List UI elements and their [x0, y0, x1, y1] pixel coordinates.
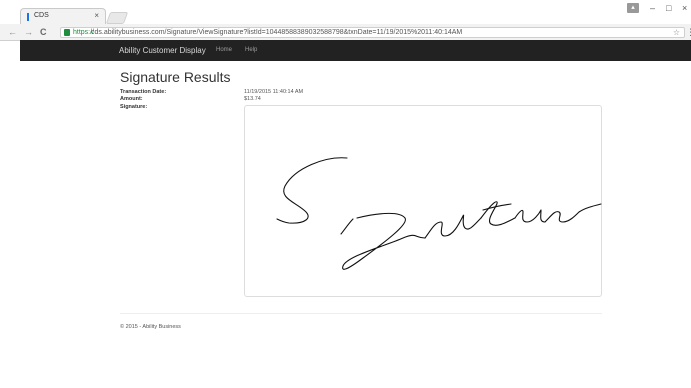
- amount-value: $13.74: [244, 96, 261, 102]
- browser-tab[interactable]: CDS ×: [20, 8, 106, 24]
- bookmark-star-icon[interactable]: ☆: [673, 27, 680, 38]
- close-window-button[interactable]: ×: [682, 2, 687, 14]
- footer-copyright: © 2015 - Ability Business: [120, 324, 181, 330]
- browser-chrome: CDS × ▴ – □ × ← → C https:// cds.ability…: [0, 0, 691, 41]
- nav-link-help[interactable]: Help: [245, 40, 257, 61]
- new-tab-button[interactable]: [105, 12, 129, 24]
- signature-label: Signature:: [120, 104, 148, 110]
- transaction-date-value: 11/19/2015 11:40:14 AM: [244, 89, 304, 95]
- amount-label: Amount:: [120, 96, 143, 102]
- reload-icon[interactable]: C: [40, 25, 47, 40]
- nav-link-home[interactable]: Home: [216, 40, 232, 61]
- signature-panel: [244, 105, 602, 297]
- browser-menu-icon[interactable]: ⋮: [686, 25, 691, 40]
- favicon-icon: [27, 13, 29, 21]
- browser-toolbar: ← → C https:// cds.abilitybusiness.com/S…: [0, 25, 691, 41]
- close-tab-icon[interactable]: ×: [94, 11, 99, 21]
- back-icon[interactable]: ←: [8, 25, 17, 40]
- footer-divider: [120, 313, 602, 314]
- maximize-button[interactable]: □: [666, 2, 671, 14]
- lock-icon: [64, 29, 70, 36]
- minimize-button[interactable]: –: [650, 2, 655, 14]
- transaction-date-label: Transaction Date:: [120, 89, 167, 95]
- navbar-brand[interactable]: Ability Customer Display: [119, 40, 206, 61]
- forward-icon[interactable]: →: [24, 25, 33, 40]
- user-profile-icon[interactable]: ▴: [627, 3, 639, 13]
- signature-image: [276, 157, 602, 270]
- tab-strip: CDS × ▴ – □ ×: [0, 0, 691, 24]
- page-title: Signature Results: [120, 69, 231, 85]
- address-bar[interactable]: https:// cds.abilitybusiness.com/Signatu…: [60, 27, 685, 38]
- url-text: cds.abilitybusiness.com/Signature/ViewSi…: [91, 29, 463, 36]
- tab-title: CDS: [34, 12, 49, 19]
- site-navbar: Ability Customer Display Home Help: [20, 40, 691, 61]
